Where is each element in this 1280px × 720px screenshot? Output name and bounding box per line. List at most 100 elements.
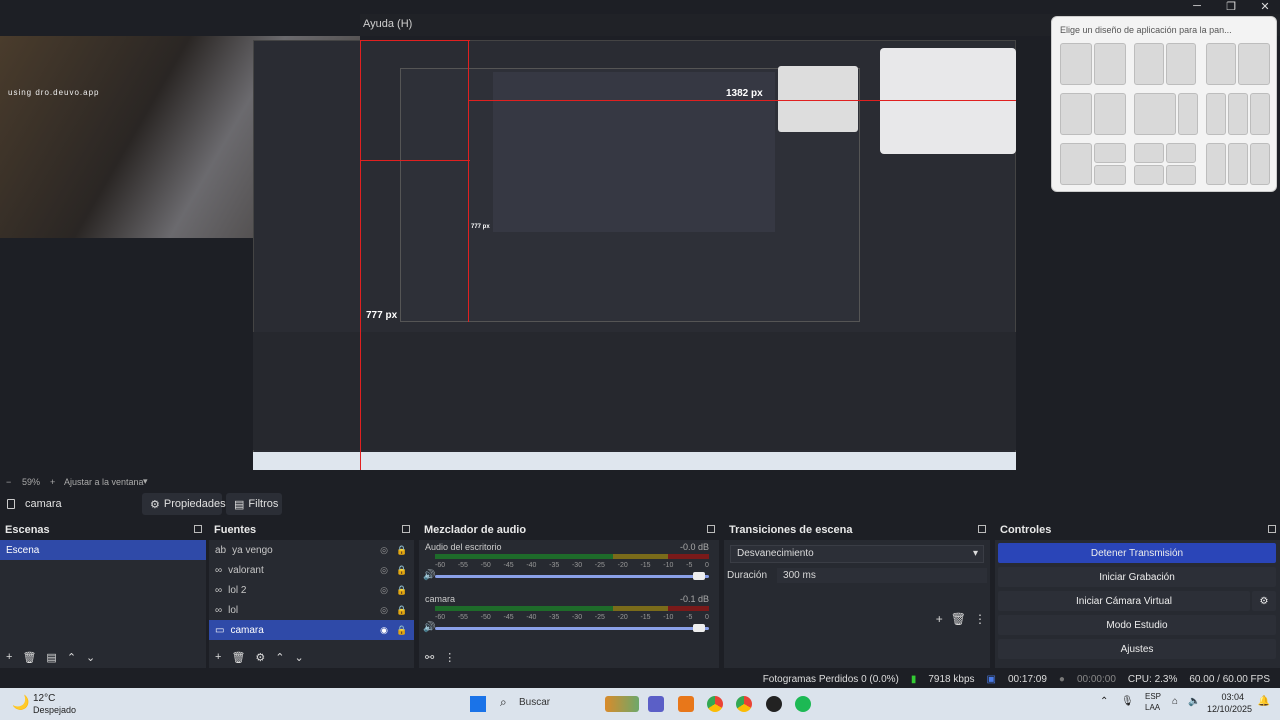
slider-knob[interactable] [693,624,705,632]
start-virtual-camera-button[interactable]: Iniciar Cámara Virtual [998,591,1250,611]
lock-icon[interactable]: 🔒 [396,585,408,596]
network-icon[interactable]: ⌂ [1172,696,1178,707]
snap-zone[interactable] [1060,93,1092,135]
snap-zone[interactable] [1094,43,1126,85]
volume-icon[interactable]: 🔈 [1188,696,1200,707]
spotify-icon[interactable] [795,696,811,712]
undock-icon[interactable] [194,525,202,533]
source-item-selected[interactable]: ▭ camara ◉ 🔒 [209,620,414,640]
start-recording-button[interactable]: Iniciar Grabación [998,567,1276,587]
add-icon[interactable]: + [215,651,221,664]
speaker-icon[interactable]: 🔊 [423,570,435,581]
snap-zone[interactable] [1060,43,1092,85]
teams-icon[interactable] [648,696,664,712]
snap-zone[interactable] [1134,43,1164,85]
snap-zone[interactable] [1060,143,1092,185]
source-item[interactable]: ∞ valorant ◎ 🔒 [209,560,414,580]
snap-zone[interactable] [1166,43,1196,85]
menu-help[interactable]: Ayuda (H) [363,18,412,30]
virtual-camera-settings-button[interactable]: ⚙ [1252,591,1276,611]
lock-icon[interactable]: 🔒 [396,605,408,616]
source-item[interactable]: ∞ lol ◎ 🔒 [209,600,414,620]
undock-icon[interactable] [978,525,986,533]
eye-hidden-icon[interactable]: ◎ [378,585,390,596]
snap-zone[interactable] [1228,93,1248,135]
snap-zone[interactable] [1250,143,1270,185]
clock-time[interactable]: 03:04 [1221,692,1244,702]
close-button[interactable]: ✕ [1250,0,1280,16]
more-icon[interactable]: ⋮ [444,651,455,664]
settings-button[interactable]: Ajustes [998,639,1276,659]
duration-input[interactable]: 300 ms [777,568,987,583]
lock-icon[interactable]: 🔒 [396,545,408,556]
source-item[interactable]: ab ya vengo ◎ 🔒 [209,540,414,560]
stop-streaming-button[interactable]: Detener Transmisión [998,543,1276,563]
speaker-icon[interactable]: 🔊 [423,622,435,633]
zoom-in-button[interactable]: + [50,477,55,487]
obs-icon[interactable] [766,696,782,712]
fit-window-label[interactable]: Ajustar a la ventana [64,477,144,487]
snap-zone[interactable] [1134,165,1164,185]
slider-knob[interactable] [693,572,705,580]
maximize-button[interactable]: ❐ [1216,0,1246,16]
app-icon[interactable] [678,696,694,712]
chrome-icon[interactable] [707,696,723,712]
windows-start-icon[interactable] [470,696,486,712]
snap-zone[interactable] [1228,143,1248,185]
microphone-icon[interactable]: 🎙 [1121,696,1134,707]
scene-item[interactable]: Escena [0,540,206,560]
weather-desc[interactable]: Despejado [33,705,76,715]
snap-zone[interactable] [1166,143,1196,163]
undock-icon[interactable] [402,525,410,533]
chevron-down-icon[interactable]: ⌄ [86,651,95,664]
taskbar-search[interactable]: Buscar [519,697,550,708]
snap-zone[interactable] [1134,93,1176,135]
properties-button[interactable]: ⚙ Propiedades [142,493,226,515]
notification-bell-icon[interactable]: 🔔 [1258,696,1270,707]
chevron-up-icon[interactable]: ⌃ [275,651,284,664]
snap-zone[interactable] [1206,143,1226,185]
source-item[interactable]: ∞ lol 2 ◎ 🔒 [209,580,414,600]
trash-icon[interactable]: 🗑 [22,651,36,664]
clock-date[interactable]: 12/10/2025 [1207,704,1252,714]
snap-zone[interactable] [1134,143,1164,163]
snap-zone[interactable] [1206,43,1236,85]
add-icon[interactable]: + [6,651,12,664]
eye-hidden-icon[interactable]: ◎ [378,565,390,576]
chrome-icon[interactable] [736,696,752,712]
volume-slider[interactable] [435,572,709,580]
chevron-down-icon[interactable]: ⌄ [295,651,304,664]
eye-hidden-icon[interactable]: ◎ [378,545,390,556]
language-top[interactable]: ESP [1145,692,1161,701]
trash-icon[interactable]: 🗑 [231,651,245,664]
minimize-button[interactable]: ─ [1182,0,1212,16]
chevron-up-icon[interactable]: ⌃ [1100,696,1108,707]
snap-zone[interactable] [1178,93,1198,135]
chevron-down-icon[interactable]: ▾ [143,476,148,487]
link-icon[interactable]: ⚯ [425,651,434,664]
lock-icon[interactable]: 🔒 [396,565,408,576]
snap-zone[interactable] [1250,93,1270,135]
trash-icon[interactable]: 🗑 [951,612,966,626]
add-icon[interactable]: + [936,612,943,626]
snap-zone[interactable] [1094,93,1126,135]
snap-zone[interactable] [1094,165,1126,185]
snap-zone[interactable] [1094,143,1126,163]
eye-hidden-icon[interactable]: ◎ [378,605,390,616]
snap-zone[interactable] [1166,165,1196,185]
zoom-out-button[interactable]: − [6,477,11,487]
eye-icon[interactable]: ◉ [378,625,390,636]
lock-icon[interactable]: 🔒 [396,625,408,636]
weather-temp[interactable]: 12°C [33,693,55,704]
transition-select[interactable]: Desvanecimiento ▾ [730,545,984,563]
language-bottom[interactable]: LAA [1145,703,1160,712]
widgets-icon[interactable] [605,696,639,712]
filter-icon[interactable]: ▤ [46,651,56,664]
undock-icon[interactable] [707,525,715,533]
chevron-up-icon[interactable]: ⌃ [67,651,76,664]
volume-slider[interactable] [435,624,709,632]
more-icon[interactable]: ⋮ [974,612,986,626]
undock-icon[interactable] [1268,525,1276,533]
snap-zone[interactable] [1238,43,1270,85]
search-icon[interactable]: ⌕ [500,695,507,710]
